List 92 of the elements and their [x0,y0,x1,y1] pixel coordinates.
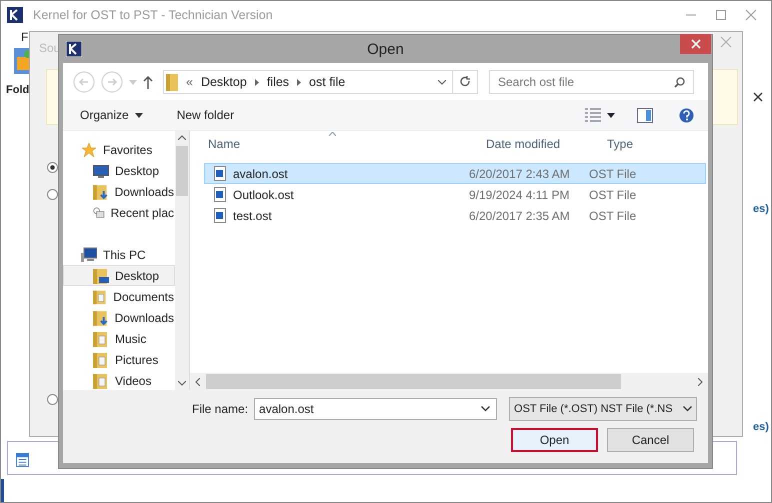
file-row[interactable]: avalon.ost 6/20/2017 2:43 AM OST File [204,163,706,184]
monitor-icon [93,164,109,178]
file-name: Outlook.ost [233,188,294,202]
type-cell-text: OST File [589,208,638,222]
file-name: test.ost [233,208,272,222]
help-icon[interactable] [679,108,694,122]
cancel-button[interactable]: Cancel [607,428,694,452]
star-icon [81,142,97,158]
nav-item[interactable]: Videos [63,370,175,390]
nav-item[interactable]: Pictures [63,349,175,370]
organize-menu[interactable]: Organize [75,106,148,124]
folder-icon [93,330,109,346]
outlook-file-icon [214,187,226,202]
nav-item[interactable]: Downloads [63,181,175,202]
dropdown-icon[interactable] [481,406,490,412]
column-header[interactable]: Type [589,137,704,151]
file-type-dropdown[interactable]: OST File (*.OST) NST File (*.NS [509,397,698,421]
downloads-folder-icon [93,310,109,326]
scrollbar[interactable] [190,373,708,390]
refresh-icon [460,76,470,88]
breadcrumb-item[interactable]: Desktop [200,75,247,89]
folder-icon [93,268,109,284]
close-button[interactable] [680,34,711,54]
nav-item[interactable]: Music [63,328,175,349]
chevron-icon[interactable] [297,78,302,86]
folder-icon [166,73,178,91]
address-bar[interactable]: « Desktop files ost file [163,70,453,94]
computer-icon [81,246,97,262]
file-name: avalon.ost [233,166,288,180]
scroll-right-icon[interactable] [698,378,703,386]
radio-button[interactable] [47,189,58,200]
link[interactable]: es) [753,203,769,215]
maximize-icon[interactable] [715,8,727,20]
radio-button[interactable] [47,162,58,173]
open-button[interactable]: Open [511,428,598,452]
nav-item[interactable]: Recent plac [63,202,175,223]
column-header[interactable]: Name [190,137,468,151]
column-header[interactable]: Date modified [468,137,589,151]
app-logo-icon [7,6,23,22]
search-field[interactable]: Search ost file [489,70,694,94]
nav-item[interactable]: Desktop [63,265,175,286]
date-cell-text: 6/20/2017 2:35 AM [468,208,571,222]
caret-icon[interactable] [607,112,615,118]
breadcrumb-overflow[interactable]: « [186,75,193,89]
scroll-left-icon[interactable] [195,378,200,386]
recent-places-icon [93,204,105,220]
scroll-up-icon[interactable] [178,135,186,140]
app-logo-icon [66,41,82,57]
date-cell-text: 9/19/2024 4:11 PM [468,188,571,202]
file-name-label: File name: [192,402,248,416]
search-icon [674,77,685,88]
file-name-field[interactable]: avalon.ost [254,398,498,420]
type-cell-text: OST File [589,188,638,202]
chevron-icon[interactable] [254,78,259,86]
downloads-folder-icon [93,184,109,200]
new-folder-button[interactable]: New folder [172,106,240,124]
menu-item[interactable]: F [21,30,28,44]
date-cell-text: 6/20/2017 2:43 AM [468,166,571,180]
nav-item[interactable]: Desktop [63,160,175,181]
scroll-down-icon[interactable] [178,381,186,386]
nav-item[interactable]: Downloads [63,307,175,328]
outlook-file-icon [214,208,226,223]
scroll-thumb[interactable] [176,146,188,196]
radio-button[interactable] [47,394,58,405]
dropdown-icon[interactable] [438,80,446,84]
type-cell-text: OST File [589,166,638,180]
window-title: Kernel for OST to PST - Technician Version [33,8,273,22]
dropdown-icon [683,406,692,412]
folder-icon [93,352,109,368]
close-icon [690,39,700,49]
view-list-icon[interactable] [585,108,601,122]
outlook-file-icon [214,166,226,181]
file-row[interactable]: test.ost 6/20/2017 2:35 AM OST File [204,205,706,226]
nav-group[interactable]: Favorites [103,142,152,156]
breadcrumb-item[interactable]: ost file [309,75,346,89]
panel-label: Fold [6,84,30,96]
file-row[interactable]: Outlook.ost 9/19/2024 4:11 PM OST File [204,184,706,205]
preview-pane-icon[interactable] [637,108,653,122]
close-icon[interactable] [753,92,763,102]
nav-item[interactable]: Documents [63,286,175,307]
dialog-title: Open [367,40,404,58]
nav-group[interactable]: This PC [103,248,146,262]
breadcrumb-item[interactable]: files [266,75,290,89]
link[interactable]: es) [753,421,769,433]
caret-icon [134,112,143,118]
up-arrow-icon[interactable] [143,75,153,89]
folder-icon [93,288,108,304]
scroll-thumb[interactable] [206,374,621,389]
sort-caret-icon [329,132,336,136]
calendar-icon [16,452,29,467]
scrollbar[interactable] [175,131,189,390]
refresh-button[interactable] [453,70,478,94]
